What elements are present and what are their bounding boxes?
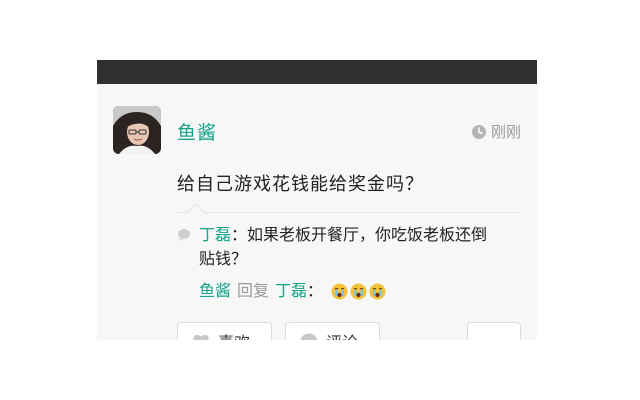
more-button[interactable]	[467, 322, 521, 340]
reply-to[interactable]: 丁磊	[275, 281, 307, 300]
heart-icon	[192, 332, 210, 340]
comment-separator: ：	[231, 225, 248, 244]
comment-label: 评论	[326, 329, 358, 340]
post-time: 刚刚	[471, 121, 521, 142]
comment-bubble-icon	[177, 228, 191, 242]
post-card: 鱼酱 刚刚 给自己游戏花钱能给奖金吗？ 丁磊：如果老板开餐厅，你吃饭老板还倒 贴…	[97, 60, 537, 340]
action-bar: 喜欢 评论	[177, 322, 521, 340]
like-button[interactable]: 喜欢	[177, 322, 272, 340]
comment-pointer	[186, 203, 205, 222]
post-time-label: 刚刚	[490, 123, 521, 141]
clock-icon	[471, 124, 487, 140]
reply-verb: 回复	[237, 281, 270, 300]
avatar[interactable]	[113, 106, 161, 154]
reply-item[interactable]: 鱼酱 回复 丁磊：	[199, 279, 386, 303]
more-dots-icon	[480, 332, 508, 340]
reply-separator: ：	[307, 281, 324, 300]
comment-section: 丁磊：如果老板开餐厅，你吃饭老板还倒 贴钱？ 鱼酱 回复 丁磊：	[177, 203, 521, 300]
comment-button[interactable]: 评论	[285, 322, 380, 340]
comment-author[interactable]: 丁磊	[199, 225, 231, 244]
comment-icon	[300, 332, 318, 340]
like-label: 喜欢	[218, 329, 250, 340]
comment-line-1: 丁磊：如果老板开餐厅，你吃饭老板还倒	[199, 223, 487, 247]
post-text: 给自己游戏花钱能给奖金吗？	[177, 174, 424, 195]
crying-face-icon	[369, 283, 386, 300]
post-author-name[interactable]: 鱼酱	[177, 118, 217, 145]
top-bar	[97, 60, 537, 84]
reply-emojis	[331, 283, 386, 300]
comment-text-line-1: 如果老板开餐厅，你吃饭老板还倒	[247, 225, 488, 244]
comment-text-line-2: 贴钱？	[199, 249, 248, 268]
avatar-image	[113, 106, 161, 154]
crying-face-icon	[350, 283, 367, 300]
reply-from[interactable]: 鱼酱	[199, 279, 231, 303]
crying-face-icon	[331, 283, 348, 300]
